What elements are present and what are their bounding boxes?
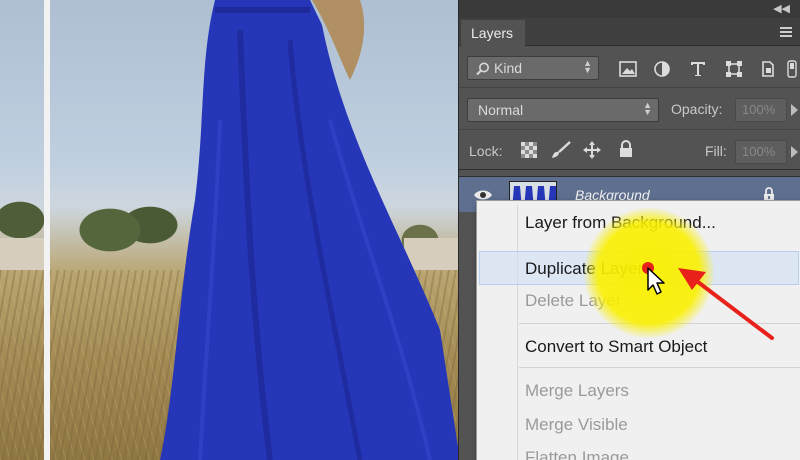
filter-type-layers-icon[interactable]	[687, 58, 709, 80]
layer-filter-row: Kind ▲ ▼	[459, 46, 800, 88]
filter-adjustment-layers-icon[interactable]	[651, 58, 673, 80]
opacity-label: Opacity:	[671, 101, 723, 117]
lock-label: Lock:	[469, 143, 503, 159]
blue-dress-figure	[160, 0, 460, 460]
fill-label: Fill:	[705, 143, 727, 159]
guide-line	[44, 0, 50, 460]
blend-mode-select[interactable]: Normal ▲ ▼	[467, 98, 659, 122]
menu-item-flatten-image[interactable]: Flatten Image	[525, 448, 629, 460]
lock-row: Lock: Fill: 100%	[459, 130, 800, 170]
lock-image-pixels-icon[interactable]	[551, 141, 571, 159]
menu-item-layer-from-background[interactable]: Layer from Background...	[525, 213, 716, 233]
panel-topbar: ◀◀	[459, 0, 800, 18]
updown-arrows-icon: ▲ ▼	[583, 58, 592, 75]
document-canvas[interactable]	[0, 0, 460, 460]
opacity-slider-arrow-icon[interactable]	[791, 104, 798, 116]
opacity-field[interactable]: 100%	[735, 98, 787, 122]
panel-tab-row: Layers	[459, 18, 800, 46]
menu-item-duplicate-layer[interactable]: Duplicate Layer	[525, 259, 643, 279]
filter-kind-label: Kind	[494, 60, 523, 76]
collapse-panel-icon[interactable]: ◀◀	[773, 2, 790, 15]
menu-icon-gutter	[517, 205, 518, 460]
lock-all-icon[interactable]	[619, 140, 633, 158]
tab-layers[interactable]: Layers	[461, 20, 525, 46]
red-arrow-icon	[678, 268, 774, 340]
lock-transparent-pixels-icon[interactable]	[521, 142, 537, 158]
menu-item-delete-layer[interactable]: Delete Layer	[525, 291, 621, 311]
menu-item-merge-visible[interactable]: Merge Visible	[525, 415, 628, 435]
blend-mode-value: Normal	[478, 102, 524, 118]
menu-separator	[519, 367, 800, 368]
search-icon	[476, 62, 489, 76]
filter-kind-select[interactable]: Kind ▲ ▼	[467, 56, 599, 80]
blend-row: Normal ▲ ▼ Opacity: 100%	[459, 88, 800, 130]
filter-shape-layers-icon[interactable]	[723, 58, 745, 80]
menu-item-merge-layers[interactable]: Merge Layers	[525, 381, 629, 401]
updown-arrows-icon: ▲ ▼	[643, 100, 652, 117]
mouse-cursor-icon	[647, 267, 665, 295]
fill-slider-arrow-icon[interactable]	[791, 146, 798, 158]
filter-toggle-icon[interactable]	[781, 58, 800, 80]
lock-position-icon[interactable]	[583, 141, 601, 159]
filter-pixel-layers-icon[interactable]	[617, 58, 639, 80]
filter-smart-objects-icon[interactable]	[757, 58, 779, 80]
panel-menu-icon[interactable]	[780, 27, 792, 37]
fill-field[interactable]: 100%	[735, 140, 787, 164]
